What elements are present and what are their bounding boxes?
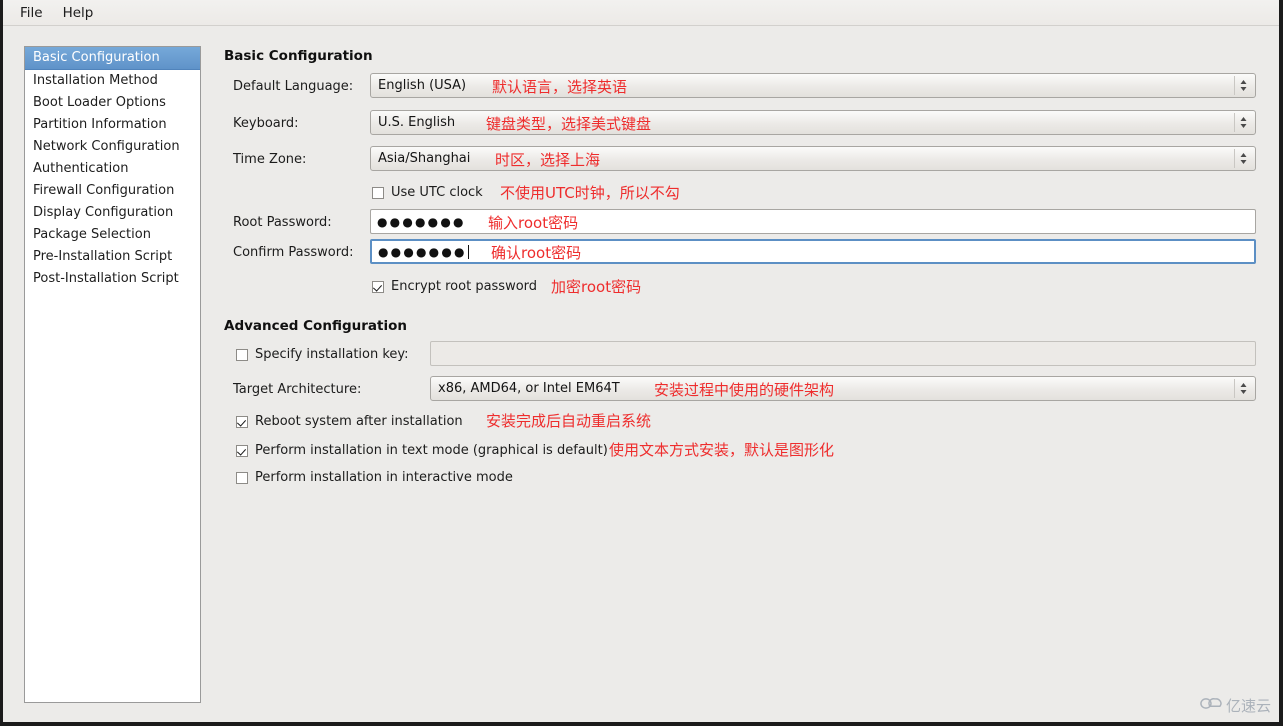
- confirm-password-input[interactable]: ●●●●●●●: [370, 239, 1256, 264]
- chevron-updown-icon[interactable]: [1234, 149, 1252, 168]
- watermark-text: 亿速云: [1225, 697, 1271, 715]
- time-zone-label: Time Zone:: [233, 152, 307, 167]
- encrypt-root-password-annotation: 加密root密码: [551, 278, 642, 296]
- use-utc-clock-annotation: 不使用UTC时钟，所以不勾: [500, 184, 680, 202]
- cloud-icon: [1200, 696, 1222, 715]
- sidebar-item-network-configuration[interactable]: Network Configuration: [25, 136, 200, 158]
- sidebar-item-boot-loader-options[interactable]: Boot Loader Options: [25, 92, 200, 114]
- target-architecture-value: x86, AMD64, or Intel EM64T: [438, 381, 620, 396]
- encrypt-root-password-label: Encrypt root password: [391, 279, 538, 294]
- confirm-password-value: ●●●●●●●: [378, 244, 467, 259]
- use-utc-clock-checkbox-row[interactable]: Use UTC clock: [372, 185, 483, 200]
- reboot-after-installation-checkbox-row[interactable]: Reboot system after installation: [236, 414, 463, 429]
- text-mode-installation-label: Perform installation in text mode (graph…: [255, 443, 608, 458]
- specify-installation-key-checkbox[interactable]: [236, 348, 248, 361]
- encrypt-root-password-checkbox-row[interactable]: Encrypt root password: [372, 279, 537, 294]
- menu-help[interactable]: Help: [53, 2, 104, 24]
- default-language-value: English (USA): [378, 78, 467, 93]
- basic-configuration-heading: Basic Configuration: [224, 48, 373, 64]
- root-password-input[interactable]: ●●●●●●●: [370, 209, 1256, 234]
- interactive-mode-installation-label: Perform installation in interactive mode: [255, 470, 513, 485]
- chevron-updown-icon[interactable]: [1234, 379, 1252, 398]
- watermark: 亿速云: [1200, 695, 1271, 716]
- keyboard-label: Keyboard:: [233, 116, 299, 131]
- sidebar-item-authentication[interactable]: Authentication: [25, 158, 200, 180]
- target-architecture-label: Target Architecture:: [233, 382, 362, 397]
- sidebar-item-installation-method[interactable]: Installation Method: [25, 70, 200, 92]
- encrypt-root-password-checkbox[interactable]: [372, 280, 384, 293]
- menu-file[interactable]: File: [10, 2, 53, 24]
- time-zone-dropdown[interactable]: Asia/Shanghai: [370, 146, 1256, 171]
- sidebar-item-firewall-configuration[interactable]: Firewall Configuration: [25, 180, 200, 202]
- default-language-label: Default Language:: [233, 79, 354, 94]
- root-password-value: ●●●●●●●: [377, 214, 466, 229]
- sidebar-item-basic-configuration[interactable]: Basic Configuration: [25, 47, 200, 70]
- specify-installation-key-label: Specify installation key:: [255, 347, 409, 362]
- time-zone-value: Asia/Shanghai: [378, 151, 471, 166]
- settings-pane: Basic Configuration Default Language: En…: [224, 26, 1279, 722]
- specify-installation-key-checkbox-row[interactable]: Specify installation key:: [236, 347, 409, 362]
- chevron-updown-icon[interactable]: [1234, 76, 1252, 95]
- text-mode-installation-checkbox[interactable]: [236, 444, 248, 457]
- advanced-configuration-heading: Advanced Configuration: [224, 318, 407, 334]
- target-architecture-dropdown[interactable]: x86, AMD64, or Intel EM64T: [430, 376, 1256, 401]
- root-password-label: Root Password:: [233, 215, 332, 230]
- keyboard-dropdown[interactable]: U.S. English: [370, 110, 1256, 135]
- sidebar-item-post-installation-script[interactable]: Post-Installation Script: [25, 268, 200, 290]
- default-language-dropdown[interactable]: English (USA): [370, 73, 1256, 98]
- use-utc-clock-checkbox[interactable]: [372, 186, 384, 199]
- sidebar-item-partition-information[interactable]: Partition Information: [25, 114, 200, 136]
- text-caret: [467, 244, 469, 259]
- sidebar-item-display-configuration[interactable]: Display Configuration: [25, 202, 200, 224]
- use-utc-clock-label: Use UTC clock: [391, 185, 483, 200]
- keyboard-value: U.S. English: [378, 115, 456, 130]
- sidebar-nav-list[interactable]: Basic Configuration Installation Method …: [24, 46, 201, 703]
- reboot-after-installation-label: Reboot system after installation: [255, 414, 463, 429]
- reboot-after-installation-checkbox[interactable]: [236, 415, 248, 428]
- text-mode-installation-checkbox-row[interactable]: Perform installation in text mode (graph…: [236, 443, 608, 458]
- reboot-after-installation-annotation: 安装完成后自动重启系统: [486, 412, 652, 430]
- interactive-mode-installation-checkbox[interactable]: [236, 471, 248, 484]
- window-body: Basic Configuration Installation Method …: [3, 26, 1279, 722]
- sidebar-item-pre-installation-script[interactable]: Pre-Installation Script: [25, 246, 200, 268]
- installation-key-input[interactable]: [430, 341, 1256, 366]
- menu-bar: File Help: [3, 0, 1279, 26]
- interactive-mode-installation-checkbox-row[interactable]: Perform installation in interactive mode: [236, 470, 513, 485]
- sidebar-item-package-selection[interactable]: Package Selection: [25, 224, 200, 246]
- kickstart-configurator-window: File Help Basic Configuration Installati…: [0, 0, 1283, 726]
- confirm-password-label: Confirm Password:: [233, 245, 354, 260]
- text-mode-installation-annotation: 使用文本方式安装，默认是图形化: [609, 441, 835, 459]
- chevron-updown-icon[interactable]: [1234, 113, 1252, 132]
